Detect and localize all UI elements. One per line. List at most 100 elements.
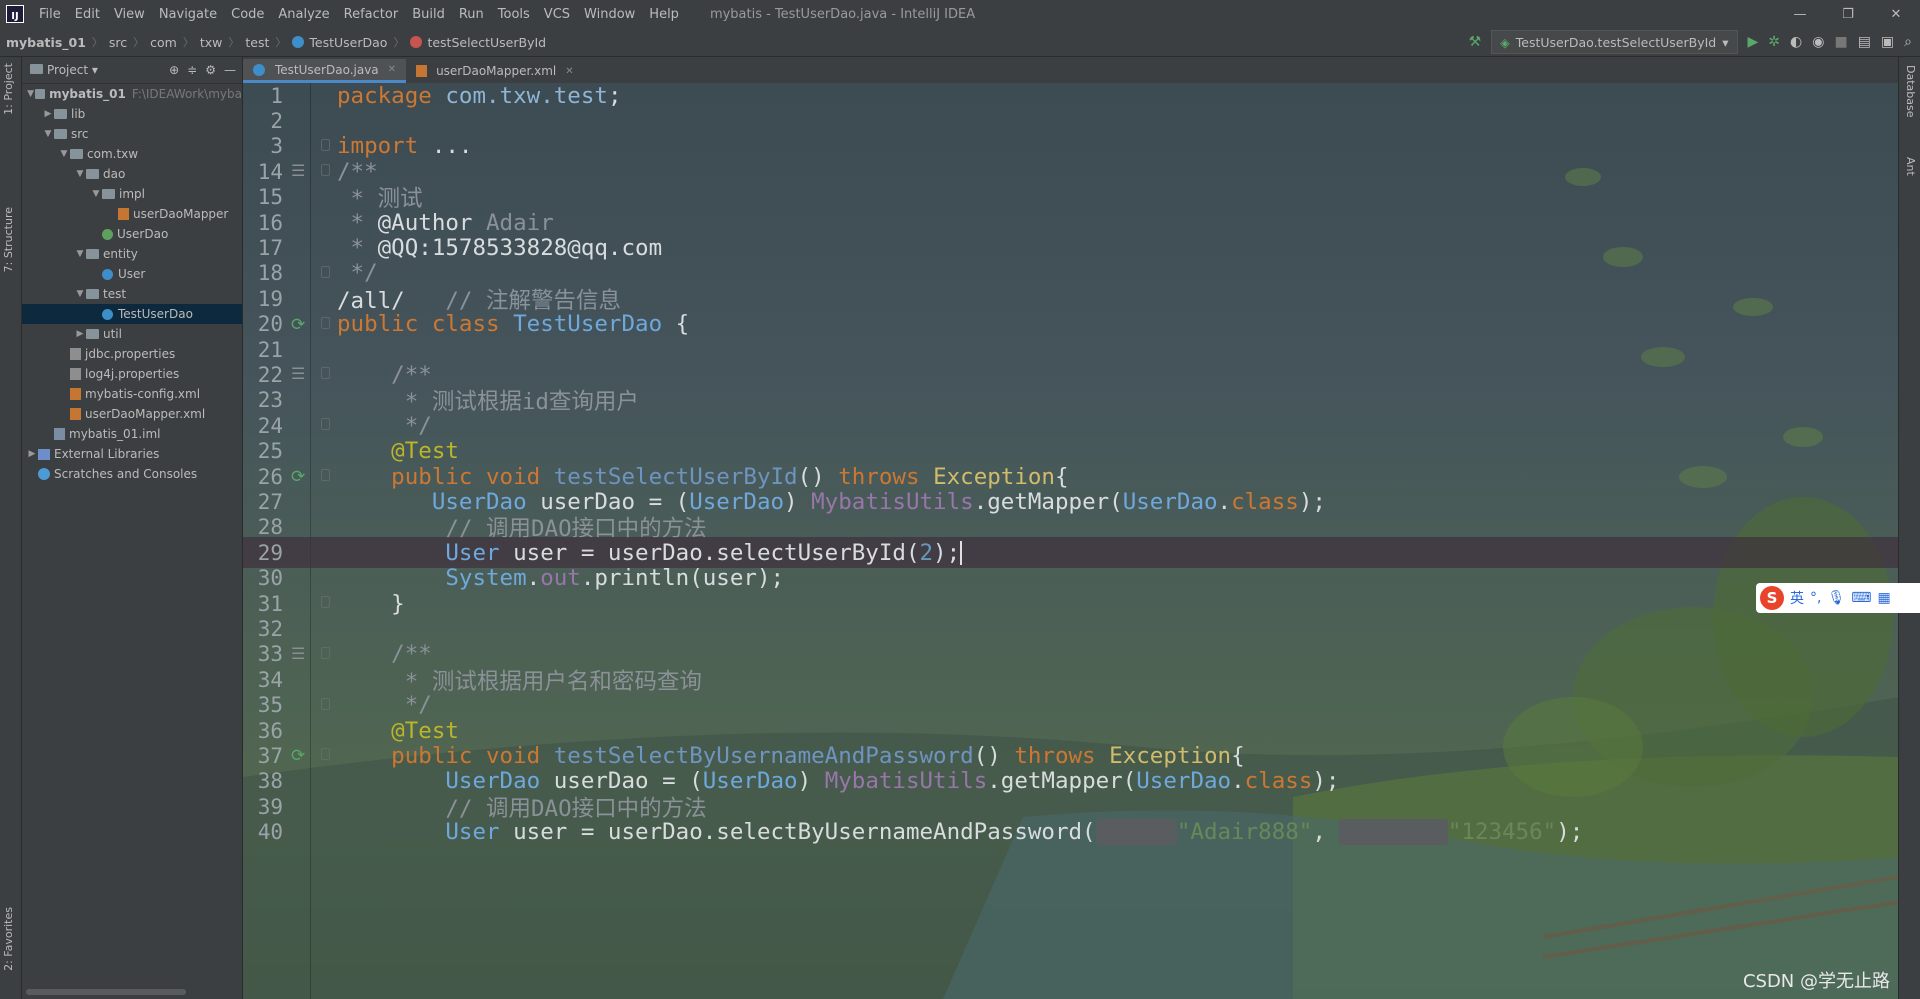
fold-icon[interactable] [321, 697, 330, 710]
menu-run[interactable]: Run [452, 7, 491, 22]
fold-icon[interactable] [321, 265, 330, 278]
keyboard-icon[interactable]: ⌨ [1851, 590, 1871, 606]
ime-toolbar[interactable]: S 英 °, 🎙 ⌨ ▦ [1756, 583, 1920, 613]
locate-icon[interactable]: ⊕ [169, 63, 179, 77]
fold-icon[interactable] [321, 748, 330, 761]
rendered-doc-icon[interactable]: ☰ [291, 364, 305, 383]
grid-menu-icon[interactable]: ▦ [1877, 590, 1890, 606]
breadcrumb-item[interactable]: TestUserDao [286, 35, 393, 50]
collapse-all-icon[interactable]: ≑ [187, 63, 197, 77]
menu-analyze[interactable]: Analyze [271, 7, 336, 22]
rendered-doc-icon[interactable]: ☰ [291, 644, 305, 663]
run-icon[interactable]: ▶ [1748, 34, 1759, 50]
tree-item[interactable]: jdbc.properties [22, 344, 242, 364]
breadcrumb-item[interactable]: com [144, 35, 183, 50]
project-tool-tab[interactable]: 1: Project [2, 63, 15, 115]
tree-item[interactable]: ▼ test [22, 284, 242, 304]
tree-item[interactable]: TestUserDao [22, 304, 242, 324]
menu-code[interactable]: Code [224, 7, 271, 22]
tree-item[interactable]: mybatis-config.xml [22, 384, 242, 404]
tree-item[interactable]: ▶ External Libraries [22, 444, 242, 464]
search-icon[interactable]: ⌕ [1904, 34, 1912, 50]
close-tab-icon[interactable]: ✕ [388, 64, 396, 75]
fold-icon[interactable] [321, 418, 330, 431]
rendered-doc-icon[interactable]: ☰ [291, 161, 305, 180]
debug-icon[interactable]: ✲ [1768, 34, 1780, 50]
tree-item[interactable]: userDaoMapper [22, 204, 242, 224]
breadcrumb-item[interactable]: testSelectUserById [404, 35, 552, 50]
menu-file[interactable]: File [32, 7, 68, 22]
tree-item[interactable]: userDaoMapper.xml [22, 404, 242, 424]
tree-item[interactable]: ▼ entity [22, 244, 242, 264]
profile-icon[interactable]: ◉ [1812, 34, 1824, 50]
run-test-icon[interactable]: ⟳ [291, 315, 305, 335]
microphone-icon[interactable]: 🎙 [1827, 590, 1845, 606]
database-tool-tab[interactable]: Database [1904, 65, 1917, 118]
expanded-arrow-icon[interactable]: ▼ [42, 129, 54, 139]
menu-navigate[interactable]: Navigate [152, 7, 224, 22]
tree-item[interactable]: ▶ lib [22, 104, 242, 124]
tree-item[interactable]: UserDao [22, 224, 242, 244]
menu-tools[interactable]: Tools [491, 7, 537, 22]
minimize-button[interactable]: — [1776, 7, 1824, 22]
menu-window[interactable]: Window [577, 7, 642, 22]
fold-icon[interactable] [321, 138, 330, 151]
project-view-selector[interactable]: Project ▾ [30, 63, 98, 77]
menu-edit[interactable]: Edit [68, 7, 107, 22]
expanded-arrow-icon[interactable]: ▼ [90, 189, 102, 199]
close-tab-icon[interactable]: ✕ [565, 66, 573, 77]
breadcrumb-item[interactable]: mybatis_01 [0, 35, 92, 50]
menu-vcs[interactable]: VCS [537, 7, 577, 22]
project-horizontal-scrollbar[interactable] [22, 988, 242, 996]
expanded-arrow-icon[interactable]: ▼ [58, 149, 70, 159]
fold-icon[interactable] [321, 164, 330, 177]
menu-build[interactable]: Build [405, 7, 452, 22]
tree-item[interactable]: ▼ com.txw [22, 144, 242, 164]
expanded-arrow-icon[interactable]: ▼ [26, 89, 35, 99]
menu-refactor[interactable]: Refactor [337, 7, 406, 22]
tree-item[interactable]: ▼ dao [22, 164, 242, 184]
coverage-icon[interactable]: ◐ [1790, 34, 1802, 50]
gear-icon[interactable]: ⚙ [205, 63, 216, 77]
menu-view[interactable]: View [107, 7, 152, 22]
menu-help[interactable]: Help [642, 7, 686, 22]
structure-tool-tab[interactable]: 7: Structure [2, 207, 15, 272]
breadcrumb-item[interactable]: txw [194, 35, 229, 50]
tree-item[interactable]: mybatis_01.iml [22, 424, 242, 444]
collapsed-arrow-icon[interactable]: ▶ [26, 449, 38, 459]
maximize-button[interactable]: ❐ [1824, 7, 1872, 22]
fold-icon[interactable] [321, 367, 330, 380]
code-line[interactable]: 40 User user = userDao.selectByUsernameA… [243, 817, 1899, 848]
tree-item[interactable]: log4j.properties [22, 364, 242, 384]
fold-icon[interactable] [321, 316, 330, 329]
fold-icon[interactable] [321, 596, 330, 608]
breadcrumb-item[interactable]: src [103, 35, 133, 50]
close-button[interactable]: ✕ [1872, 7, 1920, 22]
fold-icon[interactable] [321, 469, 330, 481]
expanded-arrow-icon[interactable]: ▼ [74, 249, 86, 259]
punctuation-icon[interactable]: °, [1810, 590, 1821, 606]
layout-icon[interactable]: ▣ [1881, 34, 1894, 50]
expanded-arrow-icon[interactable]: ▼ [74, 289, 86, 299]
ant-tool-tab[interactable]: Ant [1904, 157, 1917, 176]
run-test-icon[interactable]: ⟳ [291, 746, 305, 766]
tree-item[interactable]: ▼ impl [22, 184, 242, 204]
ime-mode-label[interactable]: 英 [1790, 588, 1804, 608]
tree-item[interactable]: User [22, 264, 242, 284]
tree-item[interactable]: Scratches and Consoles [22, 464, 242, 484]
breadcrumb-item[interactable]: test [239, 35, 275, 50]
stop-icon[interactable]: ■ [1834, 34, 1847, 50]
code-editor[interactable]: TestUserDao.java ✕ userDaoMapper.xml ✕ 1… [243, 57, 1899, 999]
collapsed-arrow-icon[interactable]: ▶ [42, 109, 54, 119]
collapsed-arrow-icon[interactable]: ▶ [74, 329, 86, 339]
project-structure-icon[interactable]: ▤ [1858, 34, 1871, 50]
favorites-tool-tab[interactable]: 2: Favorites [2, 907, 15, 971]
tree-item[interactable]: ▶ util [22, 324, 242, 344]
expanded-arrow-icon[interactable]: ▼ [74, 169, 86, 179]
fold-icon[interactable] [321, 646, 330, 659]
run-config-selector[interactable]: ◈ TestUserDao.testSelectUserById ▾ [1491, 30, 1738, 54]
tree-item[interactable]: ▼ mybatis_01 F:\IDEAWork\myba [22, 84, 242, 104]
hide-panel-icon[interactable]: — [224, 63, 236, 77]
build-hammer-icon[interactable]: ⚒ [1469, 34, 1482, 50]
tree-item[interactable]: ▼ src [22, 124, 242, 144]
